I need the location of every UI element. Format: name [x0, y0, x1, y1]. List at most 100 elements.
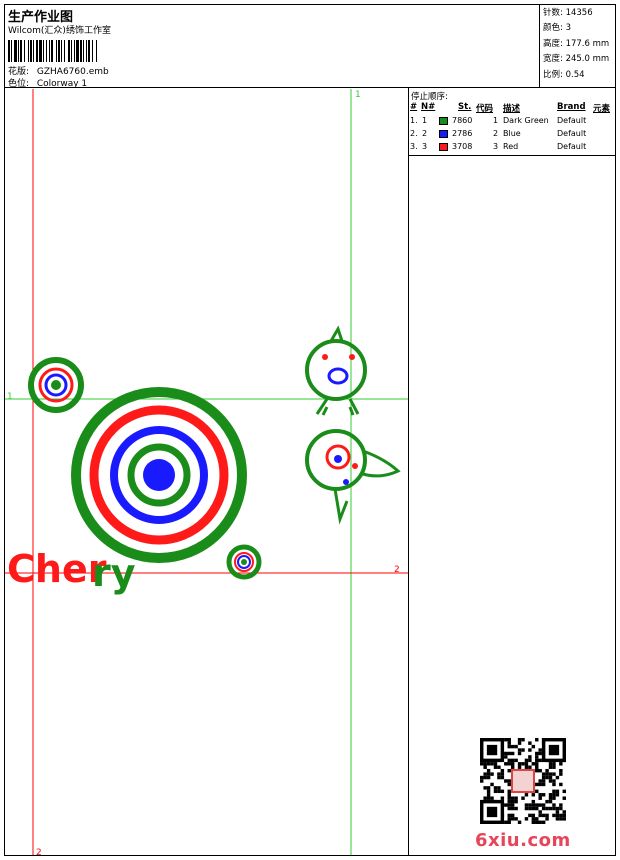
- qr-module: [548, 762, 553, 766]
- qr-module: [559, 782, 563, 787]
- qr-module: [535, 789, 539, 794]
- qr-module: [538, 751, 542, 756]
- stat-stitches: 针数: 14356: [543, 8, 593, 18]
- qr-module: [548, 775, 553, 780]
- qr-module: [480, 779, 484, 783]
- qr-module: [507, 793, 511, 797]
- qr-module: [486, 762, 491, 766]
- qr-module: [562, 810, 566, 814]
- stat-height: 高度: 177.6 mm: [543, 38, 610, 49]
- col-num: #: [410, 102, 418, 112]
- qr-module: [493, 762, 498, 766]
- qr-module: [538, 793, 542, 797]
- qr-module: [552, 803, 556, 807]
- qr-module: [545, 813, 549, 818]
- qr-module: [552, 772, 556, 776]
- guide-label-right: 2: [394, 565, 400, 575]
- qr-module: [500, 796, 505, 800]
- qr-module: [521, 738, 525, 742]
- target-center: [143, 459, 175, 491]
- qr-module: [541, 813, 546, 818]
- qr-module: [504, 820, 508, 824]
- qr-module: [507, 741, 511, 745]
- col-desc: 描述: [503, 104, 521, 114]
- color-swatch: [439, 117, 448, 125]
- qr-module: [552, 782, 556, 787]
- qr-module: [545, 806, 549, 811]
- qr-module: [528, 806, 532, 811]
- qr-module: [483, 772, 487, 776]
- guide-label-left: 1: [7, 392, 13, 402]
- row-stitches: 2786: [452, 129, 473, 138]
- qr-module: [504, 751, 508, 756]
- qr-module: [504, 779, 508, 783]
- qr-module: [504, 755, 508, 759]
- row-brand: Default: [557, 142, 587, 151]
- colorway-row: 色位: Colorway 1: [8, 76, 87, 89]
- qr-module: [486, 796, 491, 800]
- qr-module: [517, 741, 522, 745]
- qr-module: [555, 810, 560, 814]
- qr-module: [514, 758, 518, 763]
- qr-module: [514, 806, 518, 811]
- qr-module: [545, 799, 549, 804]
- qr-module: [531, 744, 536, 749]
- qr-finder: [486, 806, 498, 818]
- qr-module: [548, 796, 553, 800]
- qr-module: [559, 817, 563, 821]
- qr-module: [514, 817, 518, 821]
- qr-module: [490, 796, 494, 800]
- qr-module: [524, 765, 529, 769]
- qr-module: [507, 813, 511, 818]
- qr-module: [538, 803, 542, 807]
- bird-tail: [362, 449, 401, 478]
- qr-module: [559, 768, 563, 773]
- qr-module: [500, 775, 505, 780]
- qr-module: [555, 817, 560, 821]
- qr-module: [535, 755, 539, 759]
- row-num: 1.: [410, 116, 418, 125]
- qr-module: [507, 779, 511, 783]
- qr-module: [510, 758, 515, 763]
- bird-eye: [334, 455, 342, 463]
- colorway-value: Colorway 1: [36, 79, 88, 89]
- qr-module: [497, 789, 501, 794]
- qr-module: [559, 806, 563, 811]
- row-n: 3: [422, 142, 428, 151]
- qr-module: [538, 810, 542, 814]
- qr-module: [507, 817, 511, 821]
- qr-module: [538, 758, 542, 763]
- chick-beak: [327, 367, 349, 385]
- qr-module: [541, 775, 546, 780]
- qr-module: [483, 762, 487, 766]
- qr-module: [541, 820, 546, 824]
- qr-module: [548, 799, 553, 804]
- guide-label-bottom: 2: [36, 848, 42, 855]
- qr-module: [552, 765, 556, 769]
- watermark: 6xiu.com: [475, 830, 571, 851]
- qr-module: [541, 806, 546, 811]
- qr-module: [507, 782, 511, 787]
- qr-module: [552, 813, 556, 818]
- qr-module: [548, 793, 553, 797]
- qr-module: [500, 772, 505, 776]
- qr-module: [538, 796, 542, 800]
- row-desc: Dark Green: [503, 116, 549, 125]
- row-code: 2: [493, 129, 499, 138]
- qr-module: [541, 782, 546, 787]
- qr-module: [510, 806, 515, 811]
- qr-module: [510, 744, 515, 749]
- studio-name: Wilcom(汇众)绣饰工作室: [8, 26, 111, 36]
- qr-logo-seal: [511, 769, 535, 793]
- qr-module: [545, 817, 549, 821]
- qr-module: [507, 751, 511, 756]
- row-brand: Default: [557, 129, 587, 138]
- qr-module: [535, 765, 539, 769]
- qr-module: [548, 772, 553, 776]
- qr-module: [490, 782, 494, 787]
- row-desc: Red: [503, 142, 519, 151]
- qr-module: [552, 806, 556, 811]
- stop-sequence-title: 停止顺序:: [411, 92, 448, 102]
- qr-module: [524, 793, 529, 797]
- qr-module: [490, 772, 494, 776]
